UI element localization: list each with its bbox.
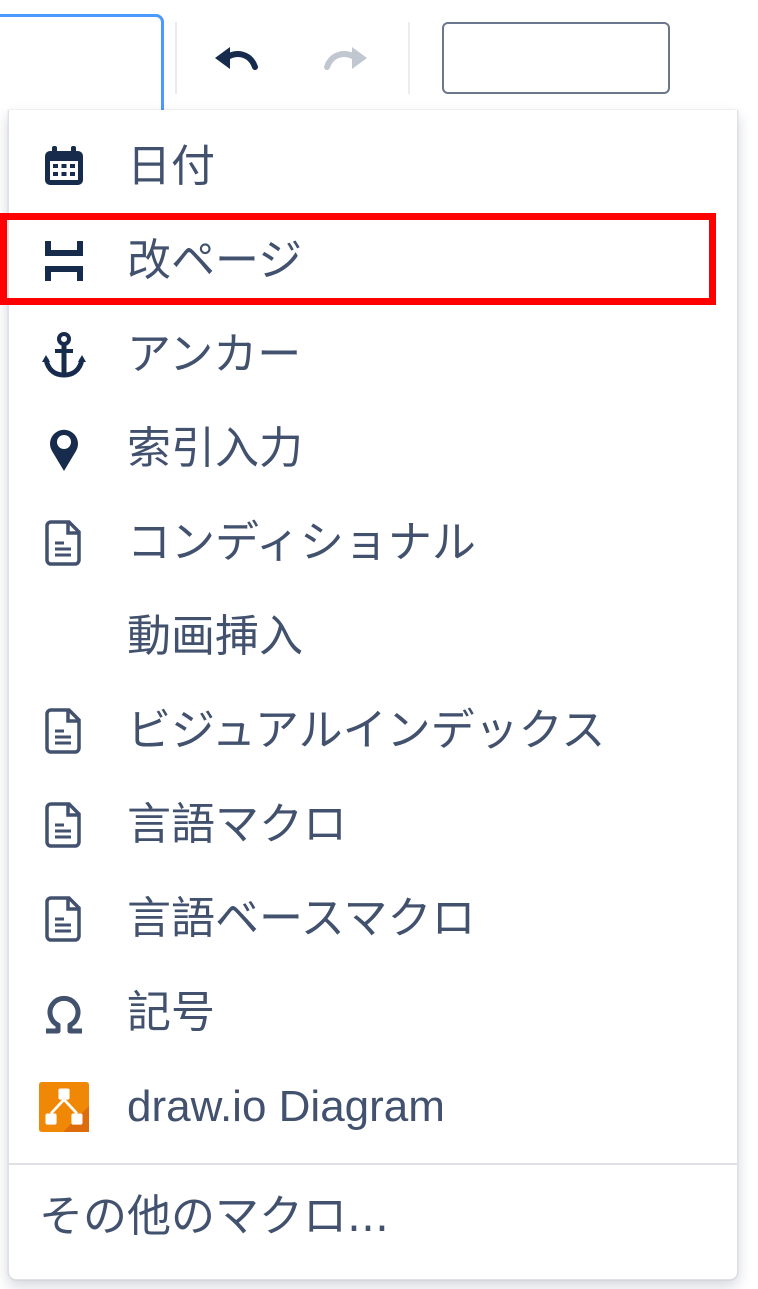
redo-icon[interactable] (318, 38, 372, 92)
menu-item-drawio-diagram[interactable]: draw.io Diagram (9, 1060, 737, 1154)
document-icon (39, 518, 89, 568)
editor-toolbar (0, 0, 758, 110)
menu-item-date[interactable]: 日付 (9, 120, 737, 214)
menu-item-index-entry[interactable]: 索引入力 (9, 402, 737, 496)
insert-menu: 日付 改ページ アンカー 索引入力 コンディショナル 動画挿入 ビジュアルインデ… (8, 110, 738, 1280)
undo-icon[interactable] (210, 38, 264, 92)
menu-item-label: コンディショナル (127, 517, 476, 568)
anchor-icon (39, 330, 89, 380)
page-break-icon (39, 236, 89, 286)
menu-item-label: 改ページ (127, 235, 303, 286)
menu-item-label: アンカー (127, 329, 302, 380)
menu-item-language-based-macro[interactable]: 言語ベースマクロ (9, 872, 737, 966)
menu-item-more-macros[interactable]: その他のマクロ... (9, 1170, 737, 1264)
insert-dropdown-trigger[interactable] (0, 14, 164, 110)
menu-item-anchor[interactable]: アンカー (9, 308, 737, 402)
toolbar-divider (175, 22, 177, 94)
menu-item-label: ビジュアルインデックス (127, 705, 606, 756)
toolbar-select-box[interactable] (442, 22, 670, 94)
toolbar-divider (408, 22, 410, 94)
menu-item-conditional[interactable]: コンディショナル (9, 496, 737, 590)
menu-item-language-macro[interactable]: 言語マクロ (9, 778, 737, 872)
menu-divider (9, 1163, 737, 1165)
menu-item-visual-index[interactable]: ビジュアルインデックス (9, 684, 737, 778)
menu-item-label: 言語ベースマクロ (127, 893, 476, 944)
menu-item-label: 言語マクロ (127, 799, 347, 850)
document-icon (39, 706, 89, 756)
more-macros-label: その他のマクロ... (39, 1191, 389, 1242)
omega-icon (39, 988, 89, 1038)
menu-item-insert-video[interactable]: 動画挿入 (9, 590, 737, 684)
drawio-icon (39, 1082, 89, 1132)
insert-menu-list: 日付 改ページ アンカー 索引入力 コンディショナル 動画挿入 ビジュアルインデ… (9, 120, 737, 1154)
document-icon (39, 894, 89, 944)
menu-item-label: 記号 (127, 987, 215, 1038)
map-pin-icon (39, 424, 89, 474)
menu-item-label: 動画挿入 (127, 611, 303, 662)
menu-item-label: draw.io Diagram (127, 1082, 445, 1131)
menu-item-symbol[interactable]: 記号 (9, 966, 737, 1060)
document-icon (39, 800, 89, 850)
menu-item-page-break[interactable]: 改ページ (9, 214, 737, 308)
calendar-icon (39, 142, 89, 192)
menu-item-label: 日付 (127, 141, 215, 192)
menu-item-label: 索引入力 (127, 423, 303, 474)
editor-stage: 日付 改ページ アンカー 索引入力 コンディショナル 動画挿入 ビジュアルインデ… (0, 0, 758, 1289)
